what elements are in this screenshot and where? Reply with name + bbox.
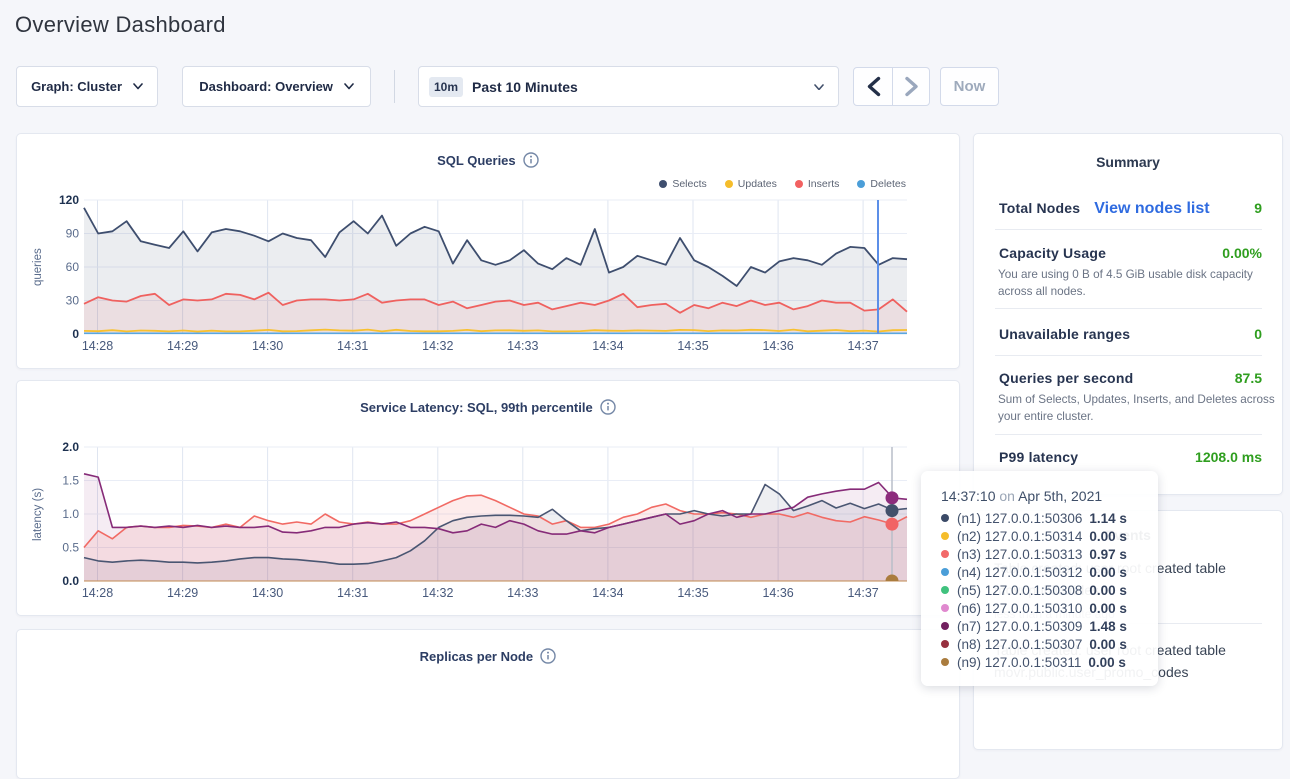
svg-text:14:35: 14:35 (677, 339, 708, 353)
svg-text:14:36: 14:36 (762, 339, 793, 353)
svg-text:14:31: 14:31 (337, 586, 368, 600)
svg-text:14:28: 14:28 (82, 586, 113, 600)
svg-text:14:32: 14:32 (422, 586, 453, 600)
svg-text:14:30: 14:30 (252, 339, 283, 353)
svg-text:0.5: 0.5 (62, 541, 79, 555)
svg-text:14:34: 14:34 (592, 586, 623, 600)
svg-text:90: 90 (66, 227, 80, 241)
svg-text:14:31: 14:31 (337, 339, 368, 353)
svg-text:14:35: 14:35 (677, 586, 708, 600)
svg-text:14:34: 14:34 (592, 339, 623, 353)
svg-text:14:36: 14:36 (762, 586, 793, 600)
svg-text:14:37: 14:37 (847, 339, 878, 353)
svg-text:0.0: 0.0 (62, 574, 79, 588)
svg-text:14:33: 14:33 (507, 339, 538, 353)
svg-text:14:32: 14:32 (422, 339, 453, 353)
svg-text:14:37: 14:37 (847, 586, 878, 600)
svg-text:1.5: 1.5 (62, 474, 79, 488)
svg-text:14:33: 14:33 (507, 586, 538, 600)
svg-text:14:28: 14:28 (82, 339, 113, 353)
svg-text:14:29: 14:29 (167, 586, 198, 600)
svg-text:120: 120 (59, 193, 79, 207)
svg-text:60: 60 (66, 260, 80, 274)
svg-text:30: 30 (66, 294, 80, 308)
svg-text:2.0: 2.0 (62, 440, 79, 454)
svg-text:14:30: 14:30 (252, 586, 283, 600)
svg-text:1.0: 1.0 (62, 507, 79, 521)
svg-text:0: 0 (72, 327, 79, 341)
svg-text:14:29: 14:29 (167, 339, 198, 353)
